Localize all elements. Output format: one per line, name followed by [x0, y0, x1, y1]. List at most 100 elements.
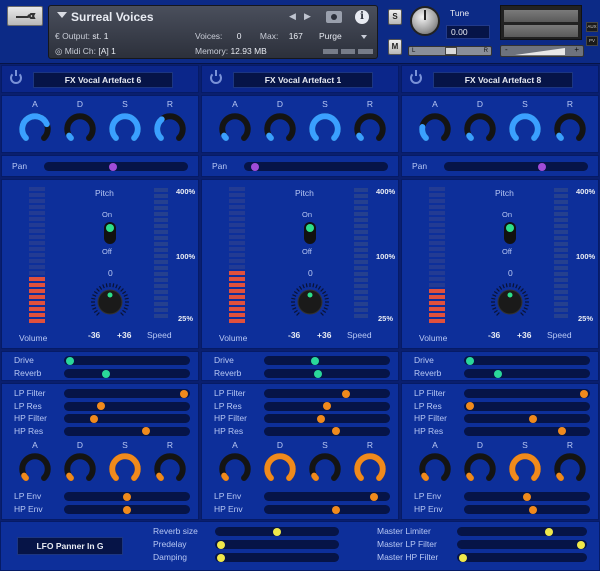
wrench-button[interactable] — [7, 6, 43, 26]
instrument-name[interactable]: Surreal Voices — [71, 10, 154, 24]
filter-a-knob[interactable] — [418, 452, 452, 486]
drive-slider-handle[interactable] — [466, 356, 475, 365]
lp-env-slider-handle[interactable] — [523, 492, 531, 501]
hp-env-slider-handle[interactable] — [123, 505, 131, 514]
filter-a-knob-holder[interactable] — [418, 452, 452, 486]
filter-lp-res-slider-handle[interactable] — [466, 402, 475, 410]
pan-balance-handle[interactable] — [445, 47, 457, 55]
purge-menu[interactable]: Purge — [319, 31, 342, 41]
amp-r-knob-holder[interactable] — [153, 112, 187, 146]
predelay-slider-handle[interactable] — [217, 540, 226, 549]
amp-s-knob[interactable] — [308, 112, 342, 146]
amp-d-knob[interactable] — [63, 112, 97, 146]
amp-a-knob-holder[interactable] — [18, 112, 52, 146]
lp-env-slider[interactable] — [264, 492, 390, 501]
pitch-knob-holder[interactable] — [490, 282, 530, 322]
filter-d-knob-holder[interactable] — [463, 452, 497, 486]
filter-lp-res-slider-handle[interactable] — [97, 402, 106, 410]
amp-d-knob-holder[interactable] — [263, 112, 297, 146]
lp-env-slider-handle[interactable] — [370, 492, 379, 501]
pan-slider[interactable] — [444, 162, 588, 171]
reverb-slider-handle[interactable] — [101, 369, 110, 378]
pitch-knob-holder[interactable] — [90, 282, 130, 322]
tune-knob[interactable] — [410, 6, 440, 36]
pitch-toggle-switch[interactable] — [104, 222, 116, 244]
tune-value[interactable]: 0.00 — [446, 25, 490, 39]
preset-name-field[interactable]: FX Vocal Artefact 6 — [33, 72, 173, 88]
filter-hp-filter-slider[interactable] — [464, 414, 590, 423]
reverb-slider[interactable] — [264, 369, 390, 378]
prev-instrument-icon[interactable]: ◀ — [289, 11, 296, 22]
filter-lp-res-slider[interactable] — [264, 401, 390, 411]
filter-d-knob[interactable] — [463, 452, 497, 486]
filter-lp-filter-slider[interactable] — [264, 389, 390, 398]
speed-fader[interactable] — [154, 188, 168, 318]
filter-r-knob[interactable] — [153, 452, 187, 486]
drive-slider[interactable] — [264, 356, 390, 365]
filter-r-knob-holder[interactable] — [353, 452, 387, 486]
amp-a-knob[interactable] — [418, 112, 452, 146]
filter-s-knob-holder[interactable] — [508, 452, 542, 486]
filter-hp-filter-slider[interactable] — [264, 414, 390, 423]
amp-s-knob-holder[interactable] — [508, 112, 542, 146]
filter-hp-filter-slider[interactable] — [64, 414, 190, 423]
master-limiter-slider-handle[interactable] — [544, 527, 553, 536]
drive-slider-handle[interactable] — [311, 356, 320, 365]
amp-r-knob-holder[interactable] — [553, 112, 587, 146]
master-lp-filter-slider-handle[interactable] — [576, 540, 585, 549]
filter-hp-res-slider[interactable] — [264, 426, 390, 436]
filter-s-knob-holder[interactable] — [108, 452, 142, 486]
purge-caret-icon[interactable] — [361, 35, 367, 39]
hp-env-slider[interactable] — [64, 505, 190, 514]
amp-a-knob-holder[interactable] — [418, 112, 452, 146]
filter-lp-res-slider-handle[interactable] — [323, 402, 331, 410]
filter-r-knob[interactable] — [353, 452, 387, 486]
speed-fader[interactable] — [554, 188, 568, 318]
lp-env-slider[interactable] — [464, 492, 590, 501]
damping-slider[interactable] — [215, 553, 339, 562]
filter-hp-filter-slider-handle[interactable] — [317, 414, 326, 423]
filter-lp-filter-slider[interactable] — [464, 389, 590, 398]
filter-a-knob[interactable] — [18, 452, 52, 486]
camera-icon[interactable] — [326, 11, 342, 23]
reverb-slider[interactable] — [464, 369, 590, 378]
filter-lp-filter-slider-handle[interactable] — [341, 389, 350, 398]
filter-a-knob-holder[interactable] — [18, 452, 52, 486]
amp-a-knob-holder[interactable] — [218, 112, 252, 146]
pitch-knob[interactable] — [290, 282, 330, 322]
lp-env-slider-handle[interactable] — [123, 492, 131, 501]
filter-lp-res-slider[interactable] — [64, 401, 190, 411]
aux-button[interactable]: AUX — [586, 22, 598, 32]
amp-s-knob-holder[interactable] — [308, 112, 342, 146]
master-hp-filter-slider[interactable] — [457, 553, 587, 562]
amp-r-knob[interactable] — [153, 112, 187, 146]
pv-button[interactable]: PV — [586, 36, 598, 46]
volume-fader[interactable] — [29, 187, 45, 323]
lp-env-slider[interactable] — [64, 492, 190, 501]
filter-hp-res-slider-handle[interactable] — [332, 427, 341, 435]
amp-r-knob[interactable] — [353, 112, 387, 146]
reverb-slider-handle[interactable] — [493, 369, 502, 378]
damping-slider-handle[interactable] — [217, 553, 226, 562]
pitch-toggle-switch[interactable] — [504, 222, 516, 244]
pitch-knob[interactable] — [90, 282, 130, 322]
solo-button[interactable]: S — [388, 9, 402, 25]
amp-a-knob[interactable] — [18, 112, 52, 146]
reverb-slider[interactable] — [64, 369, 190, 378]
reverb-size-slider[interactable] — [215, 527, 339, 536]
filter-s-knob-holder[interactable] — [308, 452, 342, 486]
amp-d-knob-holder[interactable] — [463, 112, 497, 146]
filter-hp-res-slider[interactable] — [464, 426, 590, 436]
volume-fader[interactable] — [429, 187, 445, 323]
reverb-size-slider-handle[interactable] — [273, 527, 281, 536]
filter-a-knob[interactable] — [218, 452, 252, 486]
filter-a-knob-holder[interactable] — [218, 452, 252, 486]
filter-d-knob[interactable] — [263, 452, 297, 486]
master-limiter-slider[interactable] — [457, 527, 587, 536]
filter-hp-res-slider-handle[interactable] — [558, 427, 567, 435]
amp-s-knob[interactable] — [508, 112, 542, 146]
instrument-menu-caret-icon[interactable] — [57, 12, 67, 18]
master-hp-filter-slider-handle[interactable] — [459, 553, 468, 562]
pan-slider[interactable] — [44, 162, 188, 171]
power-icon[interactable] — [10, 70, 22, 84]
